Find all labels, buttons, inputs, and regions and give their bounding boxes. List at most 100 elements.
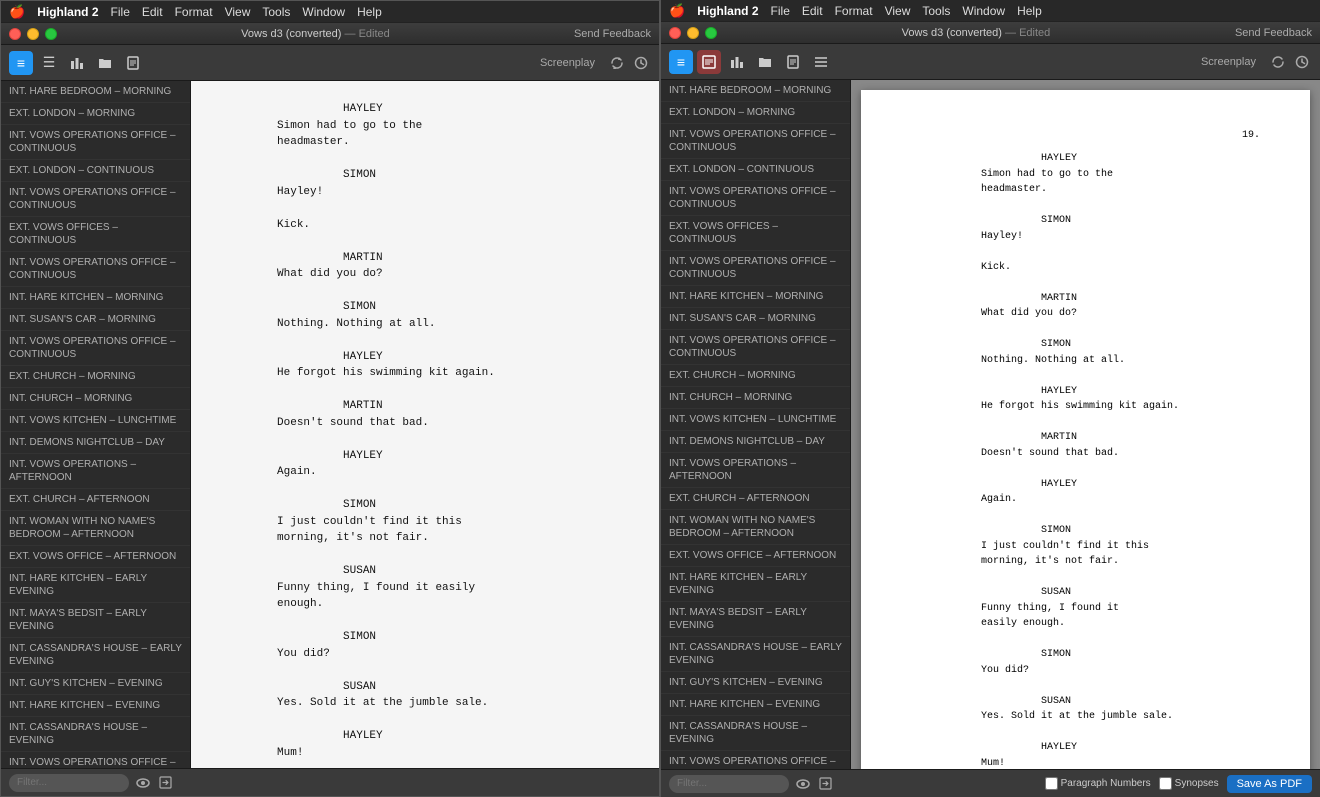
sidebar-item-24[interactable]: INT. VOWS OPERATIONS OFFICE – MORNING – … [1,752,190,768]
sidebar-item-23[interactable]: INT. CASSANDRA'S HOUSE – EVENING [1,717,190,752]
sidebar-item-11[interactable]: INT. CHURCH – MORNING [1,388,190,410]
sidebar-item-3[interactable]: EXT. LONDON – CONTINUOUS [1,160,190,182]
apple-menu-left[interactable]: 🍎 [9,4,25,20]
sidebar-item-1[interactable]: EXT. LONDON – MORNING [1,103,190,125]
menu-format-left[interactable]: Format [175,5,213,19]
right-sidebar-item-9[interactable]: INT. VOWS OPERATIONS OFFICE – CONTINUOUS [661,330,850,365]
sidebar-item-17[interactable]: EXT. VOWS OFFICE – AFTERNOON [1,546,190,568]
right-sidebar-item-0[interactable]: INT. HARE BEDROOM – MORNING [661,80,850,102]
export-icon-right[interactable] [817,776,833,792]
sidebar-item-22[interactable]: INT. HARE KITCHEN – EVENING [1,695,190,717]
sidebar-item-13[interactable]: INT. DEMONS NIGHTCLUB – DAY [1,432,190,454]
left-search-input[interactable] [9,774,129,792]
sidebar-item-5[interactable]: EXT. VOWS OFFICES – CONTINUOUS [1,217,190,252]
export-icon-left[interactable] [157,775,173,791]
right-search-input[interactable] [669,775,789,793]
right-sidebar-item-21[interactable]: INT. GUY'S KITCHEN – EVENING [661,672,850,694]
sidebar-item-9[interactable]: INT. VOWS OPERATIONS OFFICE – CONTINUOUS [1,331,190,366]
sidebar-item-20[interactable]: INT. CASSANDRA'S HOUSE – EARLY EVENING [1,638,190,673]
toolbar-stats-btn-left[interactable] [65,51,89,75]
toolbar-hamburger-btn-right[interactable] [809,50,833,74]
sidebar-item-0[interactable]: INT. HARE BEDROOM – MORNING [1,81,190,103]
save-as-pdf-button[interactable]: Save As PDF [1227,775,1312,793]
eye-icon-left[interactable] [135,775,151,791]
minimize-button-right[interactable] [687,27,699,39]
right-sidebar-item-22[interactable]: INT. HARE KITCHEN – EVENING [661,694,850,716]
right-sidebar-item-17[interactable]: EXT. VOWS OFFICE – AFTERNOON [661,545,850,567]
menu-tools-left[interactable]: Tools [262,5,290,19]
sidebar-item-4[interactable]: INT. VOWS OPERATIONS OFFICE – CONTINUOUS [1,182,190,217]
right-sidebar-item-13[interactable]: INT. DEMONS NIGHTCLUB – DAY [661,431,850,453]
right-sidebar-item-16[interactable]: INT. WOMAN WITH NO NAME'S BEDROOM – AFTE… [661,510,850,545]
sidebar-item-2[interactable]: INT. VOWS OPERATIONS OFFICE – CONTINUOUS [1,125,190,160]
toolbar-stats-btn-right[interactable] [725,50,749,74]
right-sidebar-item-19[interactable]: INT. MAYA'S BEDSIT – EARLY EVENING [661,602,850,637]
right-sidebar[interactable]: INT. HARE BEDROOM – MORNING EXT. LONDON … [661,80,851,769]
toolbar-list-btn-right[interactable]: ≡ [669,50,693,74]
menu-view-right[interactable]: View [885,4,911,18]
sidebar-item-19[interactable]: INT. MAYA'S BEDSIT – EARLY EVENING [1,603,190,638]
sidebar-item-14[interactable]: INT. VOWS OPERATIONS – AFTERNOON [1,454,190,489]
right-sidebar-item-6[interactable]: INT. VOWS OPERATIONS OFFICE – CONTINUOUS [661,251,850,286]
maximize-button-right[interactable] [705,27,717,39]
right-sidebar-item-12[interactable]: INT. VOWS KITCHEN – LUNCHTIME [661,409,850,431]
sync-btn-left[interactable] [607,53,627,73]
right-sidebar-item-18[interactable]: INT. HARE KITCHEN – EARLY EVENING [661,567,850,602]
menu-format-right[interactable]: Format [835,4,873,18]
right-sidebar-item-23[interactable]: INT. CASSANDRA'S HOUSE – EVENING [661,716,850,751]
sidebar-item-7[interactable]: INT. HARE KITCHEN – MORNING [1,287,190,309]
right-sidebar-item-20[interactable]: INT. CASSANDRA'S HOUSE – EARLY EVENING [661,637,850,672]
right-sidebar-item-7[interactable]: INT. HARE KITCHEN – MORNING [661,286,850,308]
sidebar-item-16[interactable]: INT. WOMAN WITH NO NAME'S BEDROOM – AFTE… [1,511,190,546]
toolbar-page-btn-right[interactable] [781,50,805,74]
left-sidebar[interactable]: INT. HARE BEDROOM – MORNING EXT. LONDON … [1,81,191,768]
clock-btn-left[interactable] [631,53,651,73]
toolbar-folder-btn-left[interactable] [93,51,117,75]
sidebar-item-6[interactable]: INT. VOWS OPERATIONS OFFICE – CONTINUOUS [1,252,190,287]
apple-menu-right[interactable]: 🍎 [669,3,685,19]
right-sidebar-item-2[interactable]: INT. VOWS OPERATIONS OFFICE – CONTINUOUS [661,124,850,159]
clock-btn-right[interactable] [1292,52,1312,72]
sidebar-item-10[interactable]: EXT. CHURCH – MORNING [1,366,190,388]
sidebar-item-21[interactable]: INT. GUY'S KITCHEN – EVENING [1,673,190,695]
toolbar-list-btn-left[interactable]: ≡ [9,51,33,75]
toolbar-folder-btn-right[interactable] [753,50,777,74]
eye-icon-right[interactable] [795,776,811,792]
menu-file-right[interactable]: File [771,4,790,18]
sidebar-item-12[interactable]: INT. VOWS KITCHEN – LUNCHTIME [1,410,190,432]
right-sidebar-item-11[interactable]: INT. CHURCH – MORNING [661,387,850,409]
right-sidebar-item-4[interactable]: INT. VOWS OPERATIONS OFFICE – CONTINUOUS [661,181,850,216]
sidebar-item-8[interactable]: INT. SUSAN'S CAR – MORNING [1,309,190,331]
toolbar-outline-btn-left[interactable]: ☰ [37,51,61,75]
menu-window-right[interactable]: Window [962,4,1005,18]
right-sidebar-item-15[interactable]: EXT. CHURCH – AFTERNOON [661,488,850,510]
toolbar-outline-btn-right[interactable] [697,50,721,74]
sidebar-item-15[interactable]: EXT. CHURCH – AFTERNOON [1,489,190,511]
right-sidebar-item-5[interactable]: EXT. VOWS OFFICES – CONTINUOUS [661,216,850,251]
right-sidebar-item-24[interactable]: INT. VOWS OPERATIONS OFFICE – MORNING – … [661,751,850,769]
send-feedback-left[interactable]: Send Feedback [574,28,651,40]
menu-help-left[interactable]: Help [357,5,382,19]
send-feedback-right[interactable]: Send Feedback [1235,27,1312,39]
menu-edit-left[interactable]: Edit [142,5,163,19]
left-screenplay-area[interactable]: HAYLEY Simon had to go to the headmaster… [191,81,659,768]
menu-tools-right[interactable]: Tools [922,4,950,18]
right-sidebar-item-10[interactable]: EXT. CHURCH – MORNING [661,365,850,387]
sync-btn-right[interactable] [1268,52,1288,72]
right-sidebar-item-14[interactable]: INT. VOWS OPERATIONS – AFTERNOON [661,453,850,488]
right-pdf-area[interactable]: 19. HAYLEY Simon had to go to the headma… [851,80,1320,769]
menu-file-left[interactable]: File [111,5,130,19]
close-button-left[interactable] [9,28,21,40]
toolbar-page-btn-left[interactable] [121,51,145,75]
right-sidebar-item-3[interactable]: EXT. LONDON – CONTINUOUS [661,159,850,181]
menu-view-left[interactable]: View [225,5,251,19]
right-sidebar-item-1[interactable]: EXT. LONDON – MORNING [661,102,850,124]
menu-help-right[interactable]: Help [1017,4,1042,18]
menu-window-left[interactable]: Window [302,5,345,19]
sidebar-item-18[interactable]: INT. HARE KITCHEN – EARLY EVENING [1,568,190,603]
paragraph-numbers-checkbox[interactable]: Paragraph Numbers [1045,777,1151,790]
minimize-button-left[interactable] [27,28,39,40]
right-sidebar-item-8[interactable]: INT. SUSAN'S CAR – MORNING [661,308,850,330]
maximize-button-left[interactable] [45,28,57,40]
menu-edit-right[interactable]: Edit [802,4,823,18]
